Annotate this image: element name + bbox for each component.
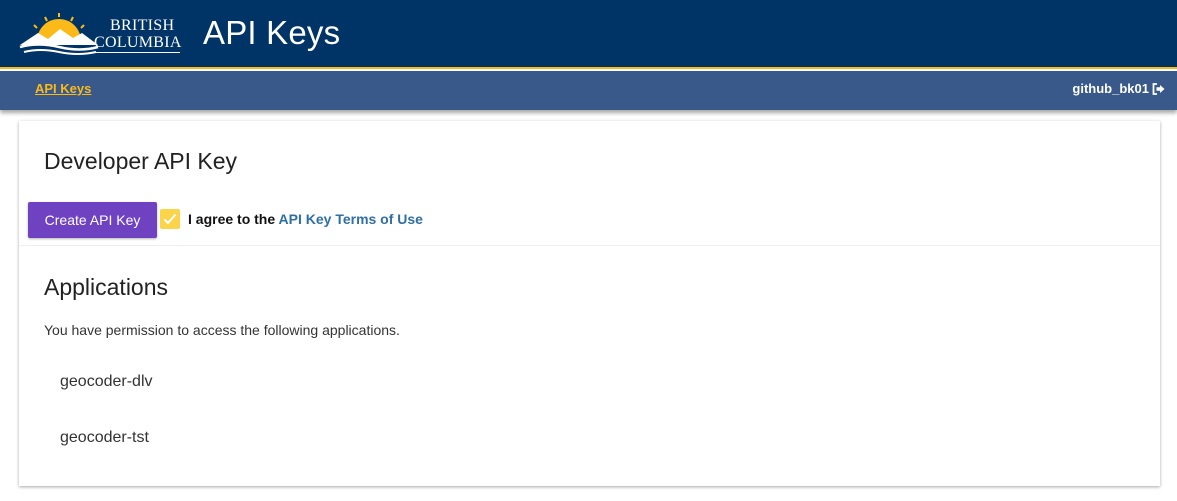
logo-line-2: COLUMBIA — [94, 34, 182, 53]
terms-of-use-link[interactable]: API Key Terms of Use — [279, 211, 423, 227]
bc-logo-text: BRITISH COLUMBIA — [94, 17, 181, 53]
applications-description: You have permission to access the follow… — [44, 322, 400, 338]
applications-title: Applications — [44, 274, 169, 300]
section-divider — [19, 245, 1160, 246]
application-item-geocoder-dlv[interactable]: geocoder-dlv — [60, 373, 153, 391]
application-item-geocoder-tst[interactable]: geocoder-tst — [60, 429, 149, 447]
app-header: BRITISH COLUMBIA API Keys — [0, 0, 1177, 69]
checkmark-icon — [163, 213, 177, 225]
terms-agreement: I agree to the API Key Terms of Use — [188, 211, 423, 227]
nav-link-api-keys[interactable]: API Keys — [35, 81, 91, 96]
user-menu[interactable]: github_bk01 — [1072, 81, 1165, 96]
top-navbar: API Keys github_bk01 — [0, 71, 1177, 110]
main-card: Developer API Key Create API Key I agree… — [19, 121, 1160, 486]
developer-api-key-title: Developer API Key — [44, 148, 238, 174]
terms-checkbox[interactable] — [160, 209, 180, 229]
sign-out-icon — [1152, 82, 1165, 95]
logo-line-1: BRITISH — [110, 17, 175, 34]
bc-sun-logo-icon — [18, 13, 100, 57]
page-title: API Keys — [203, 14, 341, 51]
username: github_bk01 — [1072, 81, 1149, 96]
create-api-key-button[interactable]: Create API Key — [28, 202, 157, 238]
agree-prefix: I agree to the — [188, 211, 279, 227]
bc-logo[interactable]: BRITISH COLUMBIA — [18, 11, 181, 57]
